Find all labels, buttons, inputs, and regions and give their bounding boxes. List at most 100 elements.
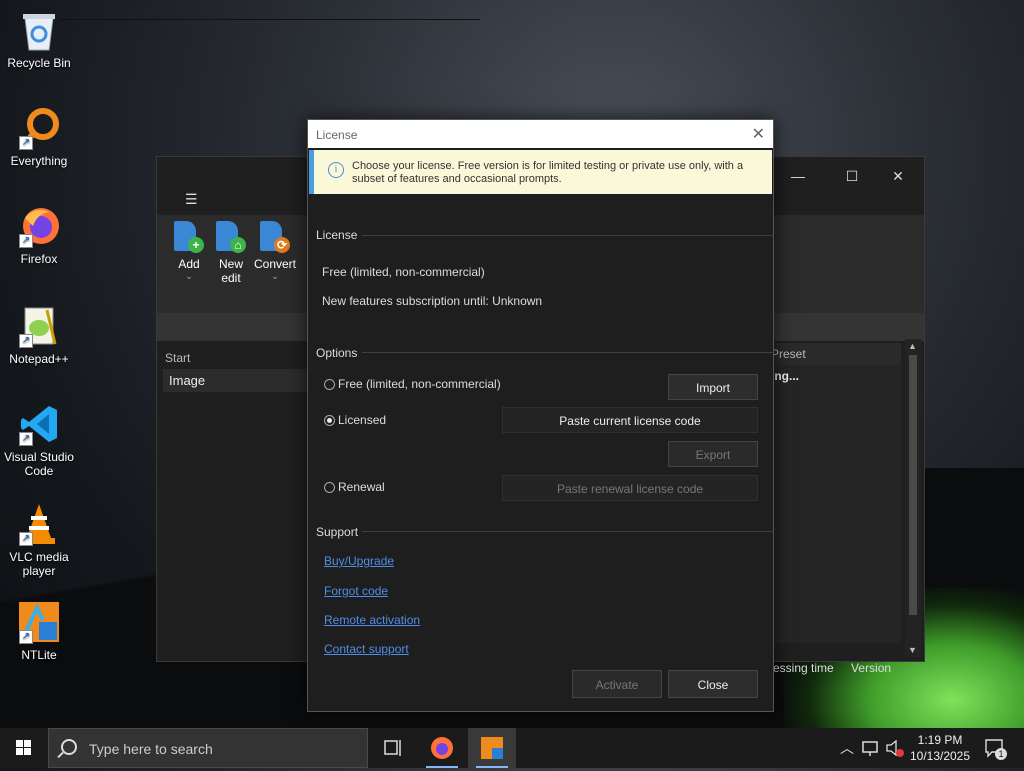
desktop-icon-everything[interactable]: ↗ Everything	[2, 106, 76, 168]
convert-label: Convert	[253, 257, 297, 271]
preset-column-header[interactable]: Preset	[767, 343, 901, 365]
paste-renewal-license-button[interactable]: Paste renewal license code	[502, 475, 758, 501]
info-text: Choose your license. Free version is for…	[352, 160, 744, 185]
desktop-icon-label: Notepad++	[9, 352, 69, 366]
forgot-code-link[interactable]: Forgot code	[324, 584, 388, 598]
buy-upgrade-link[interactable]: Buy/Upgrade	[324, 554, 394, 568]
subscription-text: New features subscription until: Unknown	[322, 294, 543, 308]
section-divider	[362, 531, 773, 532]
desktop-icon-notepadpp[interactable]: ↗ Notepad++	[2, 304, 76, 366]
desktop-icon-firefox[interactable]: ↗ Firefox	[2, 204, 76, 266]
activate-button[interactable]: Activate	[572, 670, 662, 698]
desktop-icon-label: Everything	[10, 154, 68, 168]
desktop-icon-vlc[interactable]: ↗ VLC media player	[2, 502, 76, 578]
firefox-icon: ↗	[17, 204, 61, 248]
minimize-icon[interactable]: —	[775, 161, 821, 191]
right-panel: Preset ing...	[767, 343, 901, 649]
taskbar-ntlite[interactable]	[468, 728, 516, 768]
dialog-title: License	[316, 128, 358, 142]
dialog-titlebar: License ✕	[308, 120, 773, 148]
desktop-icon-label: Visual Studio Code	[4, 450, 74, 478]
list-item[interactable]: Image	[163, 369, 313, 392]
menu-icon[interactable]: ☰	[185, 191, 198, 208]
search-icon	[61, 739, 77, 755]
vertical-scrollbar[interactable]: ▲ ▼	[905, 339, 921, 657]
shortcut-arrow-icon: ↗	[19, 630, 33, 644]
vscode-icon: ↗	[17, 402, 61, 446]
info-icon: i	[328, 162, 344, 178]
support-section-title: Support	[316, 525, 359, 539]
resize-grip-icon[interactable]: ⋰	[904, 661, 916, 675]
taskbar-firefox[interactable]	[418, 728, 466, 768]
wallpaper-line	[60, 19, 480, 20]
radio-licensed-label[interactable]: Licensed	[338, 413, 386, 427]
status-bar: cessing time Version ⋰	[767, 661, 916, 675]
close-icon[interactable]: ✕	[752, 124, 765, 144]
paste-current-license-button[interactable]: Paste current license code	[502, 407, 758, 433]
remote-activation-link[interactable]: Remote activation	[324, 613, 420, 627]
network-icon	[862, 741, 878, 756]
task-view-button[interactable]	[368, 728, 416, 768]
contact-support-link[interactable]: Contact support	[324, 642, 409, 656]
chevron-up-icon: ︿	[840, 740, 854, 756]
windows-logo-icon	[16, 740, 31, 755]
left-panel: Start Image	[163, 347, 313, 647]
chevron-down-icon: ⌄	[271, 271, 279, 281]
desktop-icon-vscode[interactable]: ↗ Visual Studio Code	[2, 402, 76, 478]
ntlite-icon: ↗	[17, 600, 61, 644]
license-dialog: License ✕ i Choose your license. Free ve…	[307, 119, 774, 712]
maximize-icon[interactable]: ☐	[829, 161, 875, 191]
window-close-icon[interactable]: ✕	[875, 161, 921, 191]
preset-cell[interactable]: ing...	[767, 365, 901, 643]
desktop-icon-label: NTLite	[21, 648, 57, 662]
scrollbar-thumb[interactable]	[909, 355, 917, 615]
shortcut-arrow-icon: ↗	[19, 334, 33, 348]
convert-button[interactable]: ⟳ Convert ⌄	[253, 221, 297, 282]
desktop-icon-recycle-bin[interactable]: Recycle Bin	[2, 8, 76, 70]
desktop-icon-label: Recycle Bin	[7, 56, 71, 70]
ntlite-icon	[481, 737, 503, 759]
radio-licensed[interactable]	[324, 415, 335, 426]
start-button[interactable]	[0, 728, 48, 768]
section-divider	[362, 235, 773, 236]
radio-free[interactable]	[324, 379, 335, 390]
everything-icon: ↗	[17, 106, 61, 150]
info-banner: i Choose your license. Free version is f…	[309, 150, 772, 194]
start-column-header[interactable]: Start	[163, 347, 313, 369]
add-icon: +	[172, 221, 206, 253]
firefox-icon	[431, 737, 453, 759]
taskbar: Type here to search ︿ 1:19 PM 10/13/2025…	[0, 728, 1024, 768]
notepadpp-icon: ↗	[17, 304, 61, 348]
desktop-icon-ntlite[interactable]: ↗ NTLite	[2, 600, 76, 662]
close-button[interactable]: Close	[668, 670, 758, 698]
convert-icon: ⟳	[258, 221, 292, 253]
show-hidden-icons-button[interactable]: ︿	[836, 728, 856, 768]
notification-center-button[interactable]: 1	[982, 728, 1008, 768]
clock-date: 10/13/2025	[909, 749, 971, 763]
network-button[interactable]	[860, 728, 882, 768]
new-edit-label: New edit	[218, 257, 243, 285]
import-button[interactable]: Import	[668, 374, 758, 400]
shortcut-arrow-icon: ↗	[19, 234, 33, 248]
shortcut-arrow-icon: ↗	[19, 136, 33, 150]
search-placeholder: Type here to search	[89, 741, 213, 757]
scroll-down-icon[interactable]: ▼	[908, 645, 917, 655]
version-label: Version	[851, 661, 892, 675]
radio-free-label[interactable]: Free (limited, non-commercial)	[338, 377, 501, 391]
license-section-title: License	[316, 228, 358, 242]
export-button[interactable]: Export	[668, 441, 758, 467]
recycle-bin-icon	[17, 8, 61, 52]
taskbar-search-box[interactable]: Type here to search	[48, 728, 368, 768]
notification-count-badge: 1	[995, 748, 1007, 760]
taskbar-clock[interactable]: 1:19 PM 10/13/2025	[900, 732, 980, 764]
shortcut-arrow-icon: ↗	[19, 532, 33, 546]
processing-time-label: cessing time	[767, 661, 834, 675]
add-button[interactable]: + Add ⌄	[167, 221, 211, 282]
new-edit-button[interactable]: ⌂ New edit	[209, 221, 253, 285]
license-type-text: Free (limited, non-commercial)	[322, 265, 485, 279]
scroll-up-icon[interactable]: ▲	[908, 341, 917, 351]
clock-time: 1:19 PM	[917, 733, 963, 747]
radio-renewal[interactable]	[324, 482, 335, 493]
new-edit-icon: ⌂	[214, 221, 248, 253]
radio-renewal-label[interactable]: Renewal	[338, 480, 385, 494]
